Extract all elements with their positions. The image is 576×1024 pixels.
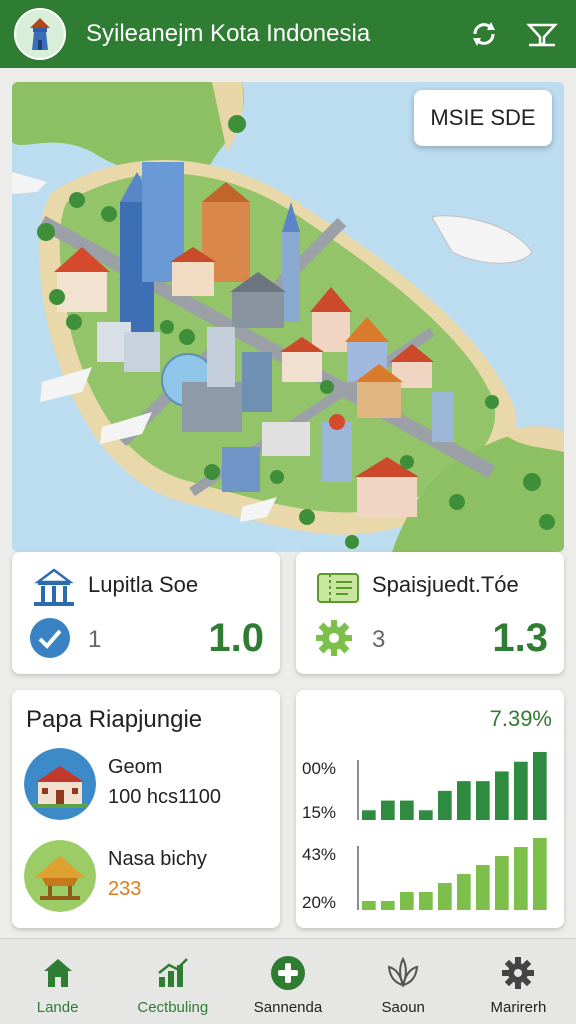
checkmark-icon [30,618,70,658]
refresh-button[interactable] [464,14,504,54]
museum-thumb [24,748,96,820]
chart-bar [514,847,528,910]
home-icon [43,959,72,987]
chart-tick-label: 20% [302,893,336,912]
nav-item-settings[interactable]: Marirerh [461,939,576,1024]
list-item[interactable]: Nasa bichy 233 [24,840,274,916]
nav-item-chart[interactable]: Cectbuling [115,939,230,1024]
chart-bar [381,800,395,820]
chart-bar [362,810,376,820]
gear-icon [316,620,352,656]
chart-bar [495,856,509,910]
nav-item-explore[interactable]: Saoun [346,939,461,1024]
ticket-icon [317,573,359,603]
chart-bar [495,771,509,820]
stat-card-2[interactable]: Spaisjuedt.Tóe 3 1.3 [296,552,564,674]
stat-card-1[interactable]: Lupitla Soe 1 1.0 [12,552,280,674]
chart-bar [476,781,490,820]
stat-count: 1 [88,626,102,653]
chart-bar [476,865,490,910]
chart-tick-label: 00% [302,759,336,778]
chart-bar [457,874,471,910]
tower-logo-icon [30,18,50,50]
pavilion-thumb [24,840,96,912]
stat-value: 1.0 [208,616,264,660]
chart-bar [438,790,452,820]
chart-bar [362,901,376,910]
logo[interactable] [14,8,66,60]
filter-icon [526,23,558,47]
gear-icon [502,957,535,989]
nav-label: Sannenda [253,999,323,1016]
chart-tick-label: 43% [302,845,336,864]
places-title: Papa Riapjungie [26,706,203,733]
list-item[interactable]: Geom 100 hcs1100 [24,748,274,824]
lotus-icon [388,956,419,988]
chart-bar [533,752,547,820]
nav-label: Saoun [381,999,425,1016]
list-item-meta: 100 hcs1100 [108,786,222,808]
stats-chart-card: 7.39% 00% 15% 43% 20% [296,690,564,928]
city-map[interactable]: MSIE SDE [12,82,564,552]
map-illustration [12,82,564,552]
plus-circle-icon [271,956,305,990]
stat-title: Lupitla Soe [88,572,199,597]
bar-charts: 00% 15% 43% 20% [302,752,547,912]
chart-bar [457,781,471,820]
nav-label: Cectbuling [137,999,209,1016]
chart-bar [400,892,414,910]
list-item-name: Nasa bichy [108,848,207,870]
refresh-icon [473,22,495,46]
app-title: Syileanejm Kota Indonesia [86,20,371,47]
nav-item-add[interactable]: Sannenda [230,939,345,1024]
stat-value: 1.3 [492,616,548,660]
chart-bar [533,838,547,910]
chart-tick-label: 15% [302,803,336,822]
filter-button[interactable] [522,14,562,54]
nav-label: Lande [36,999,79,1016]
chart-bar [438,883,452,910]
nav-item-home[interactable]: Lande [0,939,115,1024]
chart-bar [400,800,414,820]
chart-bar [419,810,433,820]
bottom-nav: Lande Cectbuling Sannenda Saoun Marirerh [0,938,576,1024]
app-header: Syileanejm Kota Indonesia [0,0,576,68]
list-item-meta: 233 [108,878,142,900]
map-badge[interactable]: MSIE SDE [414,90,552,146]
stat-count: 3 [372,626,386,653]
list-item-name: Geom [108,756,163,778]
chart-icon [158,958,188,987]
places-card: Papa Riapjungie Geom 100 hcs1100 Nasa bi… [12,690,280,928]
chart-bar [419,892,433,910]
chart-bar [514,761,528,820]
landmark-icon [34,568,74,606]
stat-title: Spaisjuedt.Tóe [372,572,519,597]
chart-bar [381,901,395,910]
nav-label: Marirerh [490,999,547,1016]
